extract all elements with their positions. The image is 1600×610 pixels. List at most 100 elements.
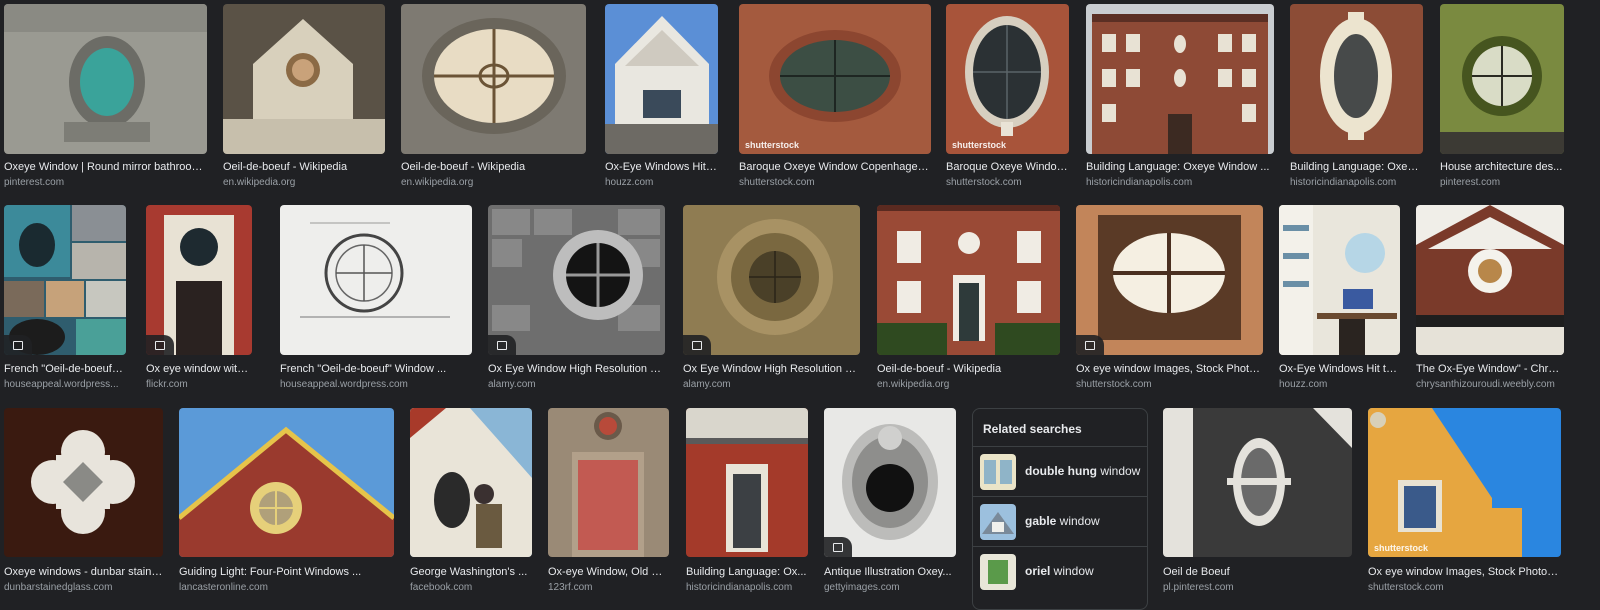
image-result[interactable]: Ox eye window with ter... flickr.com	[146, 205, 252, 395]
related-search-label[interactable]: gable window	[1025, 514, 1100, 528]
image-result[interactable]: Antique Illustration Oxey... gettyimages…	[824, 408, 956, 602]
result-source[interactable]: facebook.com	[410, 582, 532, 593]
image-result[interactable]: Ox-Eye Windows Hit th... houzz.com	[605, 4, 718, 194]
result-source[interactable]: houzz.com	[1279, 379, 1400, 390]
result-title[interactable]: Building Language: Oxeye...	[1290, 161, 1423, 173]
result-title[interactable]: French "Oeil-de-boeuf" Window ...	[280, 363, 472, 375]
result-thumbnail[interactable]	[877, 205, 1060, 355]
result-source[interactable]: pinterest.com	[1440, 177, 1564, 188]
result-title[interactable]: Ox eye window Images, Stock Photos ...	[1368, 566, 1561, 578]
image-result[interactable]: Ox Eye Window High Resolution Sto... ala…	[683, 205, 860, 395]
result-thumbnail[interactable]: shutterstock	[1368, 408, 1561, 557]
image-result[interactable]: French "Oeil-de-boeuf" Window ... housea…	[280, 205, 472, 395]
result-source[interactable]: historicindianapolis.com	[686, 582, 808, 593]
image-result[interactable]: Building Language: Oxeye Window ... hist…	[1086, 4, 1274, 194]
result-title[interactable]: French "Oeil-de-boeuf" ...	[4, 363, 126, 375]
result-source[interactable]: 123rf.com	[548, 582, 669, 593]
result-thumbnail[interactable]	[223, 4, 385, 154]
image-result[interactable]: Oeil-de-boeuf - Wikipedia en.wikipedia.o…	[401, 4, 586, 194]
image-result[interactable]: shutterstock Ox eye window Images, Stock…	[1368, 408, 1561, 602]
result-title[interactable]: Oeil-de-boeuf - Wikipedia	[401, 161, 586, 173]
result-title[interactable]: Ox-Eye Windows Hit th...	[1279, 363, 1400, 375]
image-result[interactable]: French "Oeil-de-boeuf" ... houseappeal.w…	[4, 205, 126, 395]
result-title[interactable]: Ox-eye Window, Old Ho...	[548, 566, 669, 578]
result-thumbnail[interactable]	[683, 205, 860, 355]
result-title[interactable]: Oeil-de-boeuf - Wikipedia	[877, 363, 1060, 375]
result-source[interactable]: historicindianapolis.com	[1086, 177, 1274, 188]
image-result[interactable]: Ox-Eye Windows Hit th... houzz.com	[1279, 205, 1400, 395]
result-thumbnail[interactable]	[401, 4, 586, 154]
result-source[interactable]: alamy.com	[683, 379, 860, 390]
result-source[interactable]: pinterest.com	[4, 177, 207, 188]
result-thumbnail[interactable]	[686, 408, 808, 557]
result-title[interactable]: Baroque Oxeye Window Copenhagen ...	[739, 161, 931, 173]
result-thumbnail[interactable]	[1076, 205, 1263, 355]
related-search-label[interactable]: double hung window	[1025, 464, 1140, 478]
image-result[interactable]: Building Language: Ox... historicindiana…	[686, 408, 808, 602]
result-thumbnail[interactable]: shutterstock	[946, 4, 1069, 154]
image-result[interactable]: George Washington's ... facebook.com	[410, 408, 532, 602]
related-search-item[interactable]: double hung window	[973, 446, 1147, 497]
related-search-label[interactable]: oriel window	[1025, 564, 1094, 578]
result-source[interactable]: alamy.com	[488, 379, 665, 390]
result-source[interactable]: flickr.com	[146, 379, 252, 390]
result-thumbnail[interactable]	[146, 205, 252, 355]
result-source[interactable]: shutterstock.com	[1368, 582, 1561, 593]
result-thumbnail[interactable]	[1290, 4, 1423, 154]
result-source[interactable]: houzz.com	[605, 177, 718, 188]
result-title[interactable]: Ox-Eye Windows Hit th...	[605, 161, 718, 173]
result-source[interactable]: historicindianapolis.com	[1290, 177, 1423, 188]
result-thumbnail[interactable]	[179, 408, 394, 557]
result-thumbnail[interactable]	[1086, 4, 1274, 154]
result-thumbnail[interactable]	[605, 4, 718, 154]
image-result[interactable]: House architecture des... pinterest.com	[1440, 4, 1564, 194]
result-source[interactable]: pl.pinterest.com	[1163, 582, 1352, 593]
image-result[interactable]: The Ox-Eye Window" - Chrys... chrysanthi…	[1416, 205, 1564, 395]
image-result[interactable]: Guiding Light: Four-Point Windows ... la…	[179, 408, 394, 602]
result-thumbnail[interactable]	[488, 205, 665, 355]
result-title[interactable]: George Washington's ...	[410, 566, 532, 578]
result-title[interactable]: The Ox-Eye Window" - Chrys...	[1416, 363, 1564, 375]
image-result[interactable]: Oeil-de-boeuf - Wikipedia en.wikipedia.o…	[223, 4, 385, 194]
image-result[interactable]: Ox-eye Window, Old Ho... 123rf.com	[548, 408, 669, 602]
image-result[interactable]: Oeil-de-boeuf - Wikipedia en.wikipedia.o…	[877, 205, 1060, 395]
image-result[interactable]: Oeil de Boeuf pl.pinterest.com	[1163, 408, 1352, 602]
result-source[interactable]: houseappeal.wordpress.com	[280, 379, 472, 390]
related-search-item[interactable]: gable window	[973, 496, 1147, 547]
result-source[interactable]: en.wikipedia.org	[877, 379, 1060, 390]
result-source[interactable]: shutterstock.com	[739, 177, 931, 188]
result-title[interactable]: Building Language: Oxeye Window ...	[1086, 161, 1274, 173]
result-title[interactable]: Guiding Light: Four-Point Windows ...	[179, 566, 394, 578]
result-thumbnail[interactable]: shutterstock	[739, 4, 931, 154]
result-thumbnail[interactable]	[280, 205, 472, 355]
result-source[interactable]: lancasteronline.com	[179, 582, 394, 593]
result-title[interactable]: Oxeye Window | Round mirror bathroom ...	[4, 161, 207, 173]
result-title[interactable]: Oxeye windows - dunbar staine...	[4, 566, 163, 578]
result-thumbnail[interactable]	[1163, 408, 1352, 557]
image-result[interactable]: shutterstock Baroque Oxeye Window Copenh…	[739, 4, 931, 194]
result-title[interactable]: Oeil-de-boeuf - Wikipedia	[223, 161, 385, 173]
result-title[interactable]: Oeil de Boeuf	[1163, 566, 1352, 578]
result-title[interactable]: Building Language: Ox...	[686, 566, 808, 578]
image-result[interactable]: Oxeye Window | Round mirror bathroom ...…	[4, 4, 207, 194]
result-source[interactable]: shutterstock.com	[1076, 379, 1263, 390]
result-title[interactable]: Ox Eye Window High Resolution Sto...	[683, 363, 860, 375]
result-thumbnail[interactable]	[4, 4, 207, 154]
result-title[interactable]: Antique Illustration Oxey...	[824, 566, 956, 578]
result-source[interactable]: chrysanthizouroudi.weebly.com	[1416, 379, 1564, 390]
result-source[interactable]: dunbarstainedglass.com	[4, 582, 163, 593]
image-result[interactable]: Ox eye window Images, Stock Photos ... s…	[1076, 205, 1263, 395]
result-title[interactable]: Ox eye window with ter...	[146, 363, 252, 375]
image-result[interactable]: Oxeye windows - dunbar staine... dunbars…	[4, 408, 163, 602]
result-source[interactable]: shutterstock.com	[946, 177, 1069, 188]
result-thumbnail[interactable]	[548, 408, 669, 557]
image-result[interactable]: shutterstock Baroque Oxeye Window... shu…	[946, 4, 1069, 194]
result-thumbnail[interactable]	[1440, 4, 1564, 154]
result-thumbnail[interactable]	[410, 408, 532, 557]
result-thumbnail[interactable]	[824, 408, 956, 557]
result-source[interactable]: gettyimages.com	[824, 582, 956, 593]
result-thumbnail[interactable]	[4, 205, 126, 355]
result-thumbnail[interactable]	[1279, 205, 1400, 355]
image-result[interactable]: Building Language: Oxeye... historicindi…	[1290, 4, 1423, 194]
image-result[interactable]: Ox Eye Window High Resolution St... alam…	[488, 205, 665, 395]
